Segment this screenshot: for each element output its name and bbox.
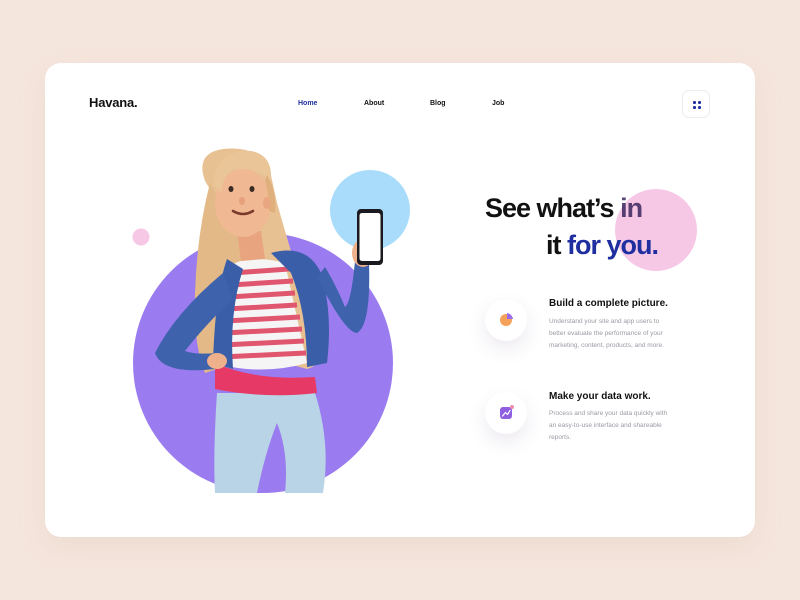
feature-description-2: Process and share your data quickly with… [549, 410, 668, 441]
feature-icon-circle-1 [485, 299, 527, 341]
small-pink-dot [132, 228, 150, 246]
headline-line-1: See what’s in [485, 193, 643, 223]
feature-icon-circle-2 [485, 392, 527, 434]
pie-chart-icon [500, 313, 513, 326]
feature-description-1: Understand your site and app users to be… [549, 318, 664, 349]
trend-chart-icon [500, 405, 514, 419]
feature-title-2: Make your data work. [549, 391, 651, 402]
headline-line-1-accent: in [620, 193, 643, 223]
headline-line-1-main: See what’s [485, 193, 621, 223]
feature-title-1: Build a complete picture. [549, 298, 668, 309]
headline-line-2-main: it [546, 230, 567, 260]
main-card: Havana. Home About Blog Job See what’s i… [45, 63, 755, 537]
headline-line-2-accent: for you. [567, 230, 659, 260]
headline-line-2: it for you. [546, 230, 659, 260]
